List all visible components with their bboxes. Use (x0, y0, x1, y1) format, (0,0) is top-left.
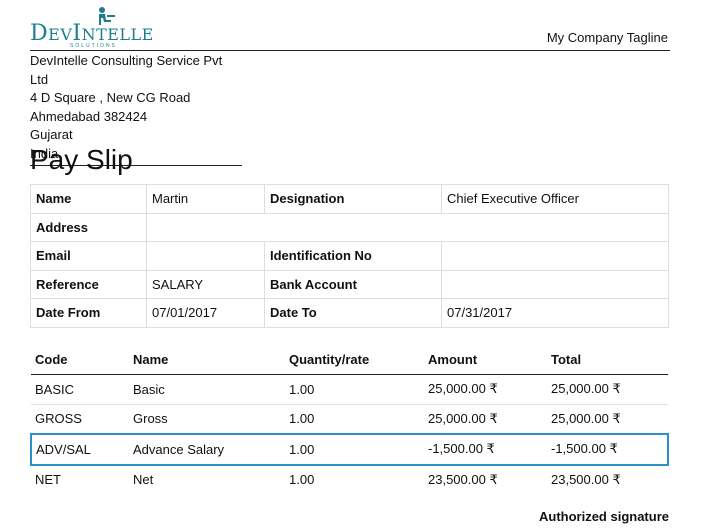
line-amount: 25,000.00 ₹ (424, 374, 547, 405)
table-row[interactable]: BASIC Basic 1.00 25,000.00 ₹ 25,000.00 ₹ (31, 374, 668, 405)
company-name: DevIntelle Consulting Service Pvt Ltd (30, 53, 223, 87)
info-row: Email Identification No (30, 241, 669, 271)
payslip-lines-table: Code Name Quantity/rate Amount Total BAS… (30, 344, 669, 494)
email-label: Email (30, 241, 147, 271)
person-at-desk-icon (99, 7, 115, 25)
date-to-value: 07/31/2017 (441, 298, 669, 328)
line-code: NET (35, 472, 61, 488)
column-header-total: Total (547, 344, 668, 375)
address-state: Gujarat (30, 127, 73, 142)
company-tagline: My Company Tagline (546, 30, 668, 45)
email-value (146, 241, 265, 271)
table-row[interactable]: GROSS Gross 1.00 25,000.00 ₹ 25,000.00 ₹ (31, 404, 668, 435)
designation-label: Designation (264, 184, 442, 214)
address-value (146, 212, 669, 242)
info-row: Address (30, 212, 669, 242)
line-quantity: 1.00 (285, 374, 424, 405)
name-value: Martin (146, 184, 265, 214)
line-total: 23,500.00 ₹ (551, 471, 621, 487)
bank-account-value (441, 269, 669, 299)
column-header-code: Code (31, 344, 129, 375)
line-amount: -1,500.00 ₹ (424, 433, 547, 466)
name-label: Name (30, 184, 147, 214)
employee-info-table: Name Martin Designation Chief Executive … (30, 184, 669, 328)
bank-account-label: Bank Account (264, 269, 442, 299)
info-row: Name Martin Designation Chief Executive … (30, 184, 669, 214)
line-name: Advance Salary (129, 433, 285, 466)
line-total: 25,000.00 ₹ (547, 404, 668, 435)
line-amount: 23,500.00 ₹ (428, 471, 498, 487)
company-logo: DEVINTELLE SOLUTIONS (30, 6, 153, 50)
table-row-selected[interactable]: ADV/SAL Advance Salary 1.00 -1,500.00 ₹ … (30, 433, 669, 466)
line-code: GROSS (31, 404, 129, 435)
info-row: Reference SALARY Bank Account (30, 269, 669, 299)
date-to-label: Date To (264, 298, 442, 328)
line-amount: 25,000.00 ₹ (424, 404, 547, 435)
line-total: -1,500.00 ₹ (547, 433, 669, 466)
date-from-label: Date From (30, 298, 147, 328)
reference-value: SALARY (146, 269, 265, 299)
identification-label: Identification No (264, 241, 442, 271)
line-quantity: 1.00 (289, 472, 315, 488)
designation-value: Chief Executive Officer (441, 184, 669, 214)
line-name: Net (133, 472, 154, 488)
line-quantity: 1.00 (285, 404, 424, 435)
page-title: Pay Slip (30, 144, 133, 175)
line-name: Gross (129, 404, 285, 435)
authorized-signature: Authorized signature (538, 509, 669, 524)
report-header: DEVINTELLE SOLUTIONS My Company Tagline (30, 6, 670, 51)
column-header-amount: Amount (424, 344, 547, 375)
lines-header-row: Code Name Quantity/rate Amount Total (31, 344, 668, 375)
info-row: Date From 07/01/2017 Date To 07/31/2017 (30, 298, 669, 328)
address-city: Ahmedabad 382424 (30, 108, 148, 124)
address-label: Address (30, 212, 147, 242)
line-name: Basic (129, 374, 285, 405)
line-code: ADV/SAL (30, 433, 129, 466)
address-street: 4 D Square , New CG Road (30, 90, 191, 105)
line-quantity: 1.00 (285, 433, 424, 466)
reference-label: Reference (30, 269, 147, 299)
table-row[interactable]: NET Net 1.00 23,500.00 ₹ 23,500.00 ₹ (31, 465, 668, 495)
column-header-quantity: Quantity/rate (285, 344, 424, 375)
line-total: 25,000.00 ₹ (547, 374, 668, 405)
logo-subtitle: SOLUTIONS (70, 43, 117, 49)
column-header-name: Name (129, 344, 285, 375)
line-code: BASIC (31, 374, 129, 405)
date-from-value: 07/01/2017 (146, 298, 265, 328)
identification-value (441, 241, 669, 271)
